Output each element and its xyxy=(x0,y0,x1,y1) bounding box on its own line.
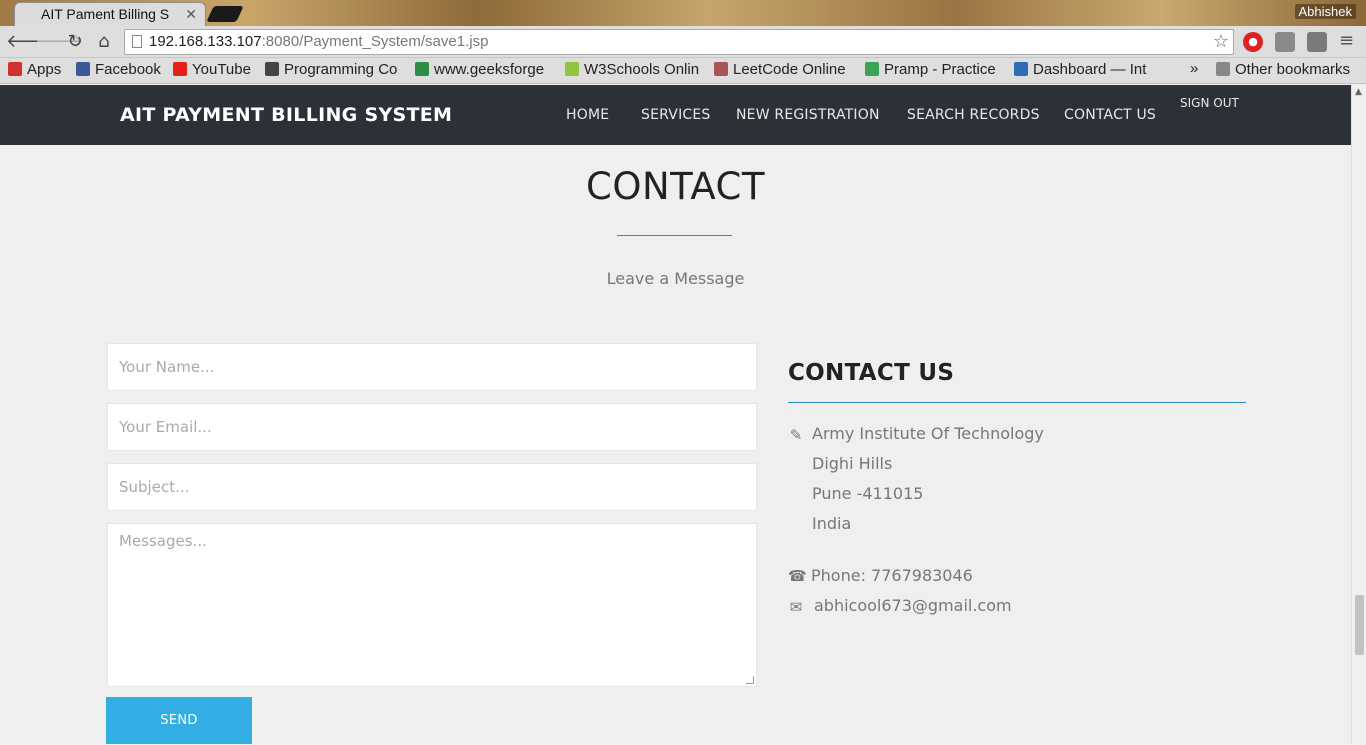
browser-menu-icon[interactable]: ≡ xyxy=(1339,30,1354,51)
new-tab-button[interactable] xyxy=(206,6,244,22)
bookmark-facebook[interactable]: Facebook xyxy=(76,61,166,78)
email-input[interactable]: Your Email... xyxy=(107,403,757,451)
nav-services[interactable]: SERVICES xyxy=(641,107,711,123)
browser-tab-strip: AIT Pament Billing S ✕ Abhishek xyxy=(0,0,1366,26)
bookmark-label: W3Schools Onlin xyxy=(584,61,700,78)
back-arrow-icon[interactable]: 🡐 xyxy=(6,31,54,53)
message-textarea[interactable]: Messages... xyxy=(107,523,757,687)
bookmark-geeksforgeeks[interactable]: www.geeksforge xyxy=(415,61,553,78)
extension-icon[interactable] xyxy=(1307,32,1327,52)
phone-text: Phone: 7767983046 xyxy=(811,566,973,585)
folder-icon xyxy=(1216,62,1230,76)
subject-placeholder: Subject... xyxy=(119,478,190,496)
site-navbar: AIT PAYMENT BILLING SYSTEM HOME SERVICES… xyxy=(0,85,1351,145)
tab-title: AIT Pament Billing S xyxy=(41,6,170,22)
url-path: :8080/Payment_System/save1.jsp xyxy=(261,33,489,50)
sign-out-link[interactable]: SIGN OUT xyxy=(1180,96,1239,110)
contact-info-divider xyxy=(788,402,1246,403)
profile-name[interactable]: Abhishek xyxy=(1294,4,1356,19)
email-placeholder: Your Email... xyxy=(119,418,212,436)
contact-info-heading: CONTACT US xyxy=(788,360,955,386)
geeksforgeeks-icon xyxy=(415,62,429,76)
bookmark-label: Other bookmarks xyxy=(1235,61,1351,78)
tab-close-icon[interactable]: ✕ xyxy=(185,6,197,23)
bookmark-label: www.geeksforge xyxy=(434,61,545,78)
bookmark-label: Dashboard — Int xyxy=(1033,61,1147,78)
page-scrollbar[interactable]: ▲ xyxy=(1351,85,1366,744)
interviewbit-icon xyxy=(1014,62,1028,76)
bookmark-label: Apps xyxy=(27,61,62,78)
email-text[interactable]: abhicool673@gmail.com xyxy=(814,596,1012,615)
other-bookmarks[interactable]: Other bookmarks xyxy=(1216,61,1364,78)
leetcode-icon xyxy=(714,62,728,76)
bookmark-youtube[interactable]: YouTube xyxy=(173,61,255,78)
message-placeholder: Messages... xyxy=(119,532,207,550)
bookmark-label: Facebook xyxy=(95,61,161,78)
address-line: India xyxy=(812,514,852,533)
pramp-icon xyxy=(865,62,879,76)
adblock-extension-icon[interactable]: ● xyxy=(1243,32,1263,52)
section-subtitle: Leave a Message xyxy=(606,269,745,288)
send-button[interactable]: SEND xyxy=(106,697,252,744)
bookmark-interviewbit[interactable]: Dashboard — Int xyxy=(1014,61,1154,78)
forward-arrow-icon[interactable]: 🡒 xyxy=(35,31,83,53)
resize-handle-icon[interactable] xyxy=(746,676,754,684)
bookmarks-overflow-button[interactable]: » xyxy=(1190,60,1198,77)
nav-contact-us[interactable]: CONTACT US xyxy=(1064,107,1156,123)
nav-home[interactable]: HOME xyxy=(566,107,609,123)
facebook-icon xyxy=(76,62,90,76)
address-line: Dighi Hills xyxy=(812,454,893,473)
bookmark-w3schools[interactable]: W3Schools Onlin xyxy=(565,61,702,78)
apps-grid-icon xyxy=(8,62,22,76)
home-icon[interactable]: ⌂ xyxy=(93,31,115,53)
scroll-up-icon[interactable]: ▲ xyxy=(1355,87,1362,97)
bookmark-label: Programming Co xyxy=(284,61,398,78)
address-line: Army Institute Of Technology xyxy=(812,424,1044,443)
site-brand[interactable]: AIT PAYMENT BILLING SYSTEM xyxy=(120,104,452,126)
name-placeholder: Your Name... xyxy=(119,358,215,376)
bookmark-star-icon[interactable]: ☆ xyxy=(1213,31,1229,52)
envelope-icon: ✉ xyxy=(789,598,803,616)
url-host: 192.168.133.107 xyxy=(149,33,262,50)
w3schools-icon xyxy=(565,62,579,76)
page-icon xyxy=(132,35,142,48)
address-bar[interactable]: 192.168.133.107:8080/Payment_System/save… xyxy=(124,29,1234,55)
nav-search-records[interactable]: SEARCH RECORDS xyxy=(907,107,1040,123)
url-text: 192.168.133.107:8080/Payment_System/save… xyxy=(149,33,488,50)
pencil-icon: ✎ xyxy=(789,426,803,444)
phone-icon: ☎ xyxy=(788,567,807,585)
address-line: Pune -411015 xyxy=(812,484,924,503)
bookmark-label: LeetCode Online xyxy=(733,61,846,78)
bookmark-programming[interactable]: Programming Co xyxy=(265,61,401,78)
title-divider xyxy=(617,235,732,236)
name-input[interactable]: Your Name... xyxy=(107,343,757,391)
section-title: CONTACT xyxy=(586,165,765,208)
bookmark-pramp[interactable]: Pramp - Practice xyxy=(865,61,1000,78)
nav-new-registration[interactable]: NEW REGISTRATION xyxy=(736,107,880,123)
bookmark-label: YouTube xyxy=(192,61,251,78)
bookmark-label: Pramp - Practice xyxy=(884,61,996,78)
subject-input[interactable]: Subject... xyxy=(107,463,757,511)
scroll-thumb[interactable] xyxy=(1355,595,1364,655)
bookmark-leetcode[interactable]: LeetCode Online xyxy=(714,61,852,78)
reload-icon[interactable]: ↻ xyxy=(64,31,86,53)
browser-tab-active[interactable]: AIT Pament Billing S ✕ xyxy=(14,2,206,26)
bookmarks-bar: Apps Facebook YouTube Programming Co www… xyxy=(0,58,1366,84)
bookmark-apps[interactable]: Apps xyxy=(8,61,66,78)
browser-toolbar: 🡐 🡒 ↻ ⌂ 192.168.133.107:8080/Payment_Sys… xyxy=(0,26,1366,58)
youtube-icon xyxy=(173,62,187,76)
extension-icon[interactable] xyxy=(1275,32,1295,52)
cc-icon xyxy=(265,62,279,76)
